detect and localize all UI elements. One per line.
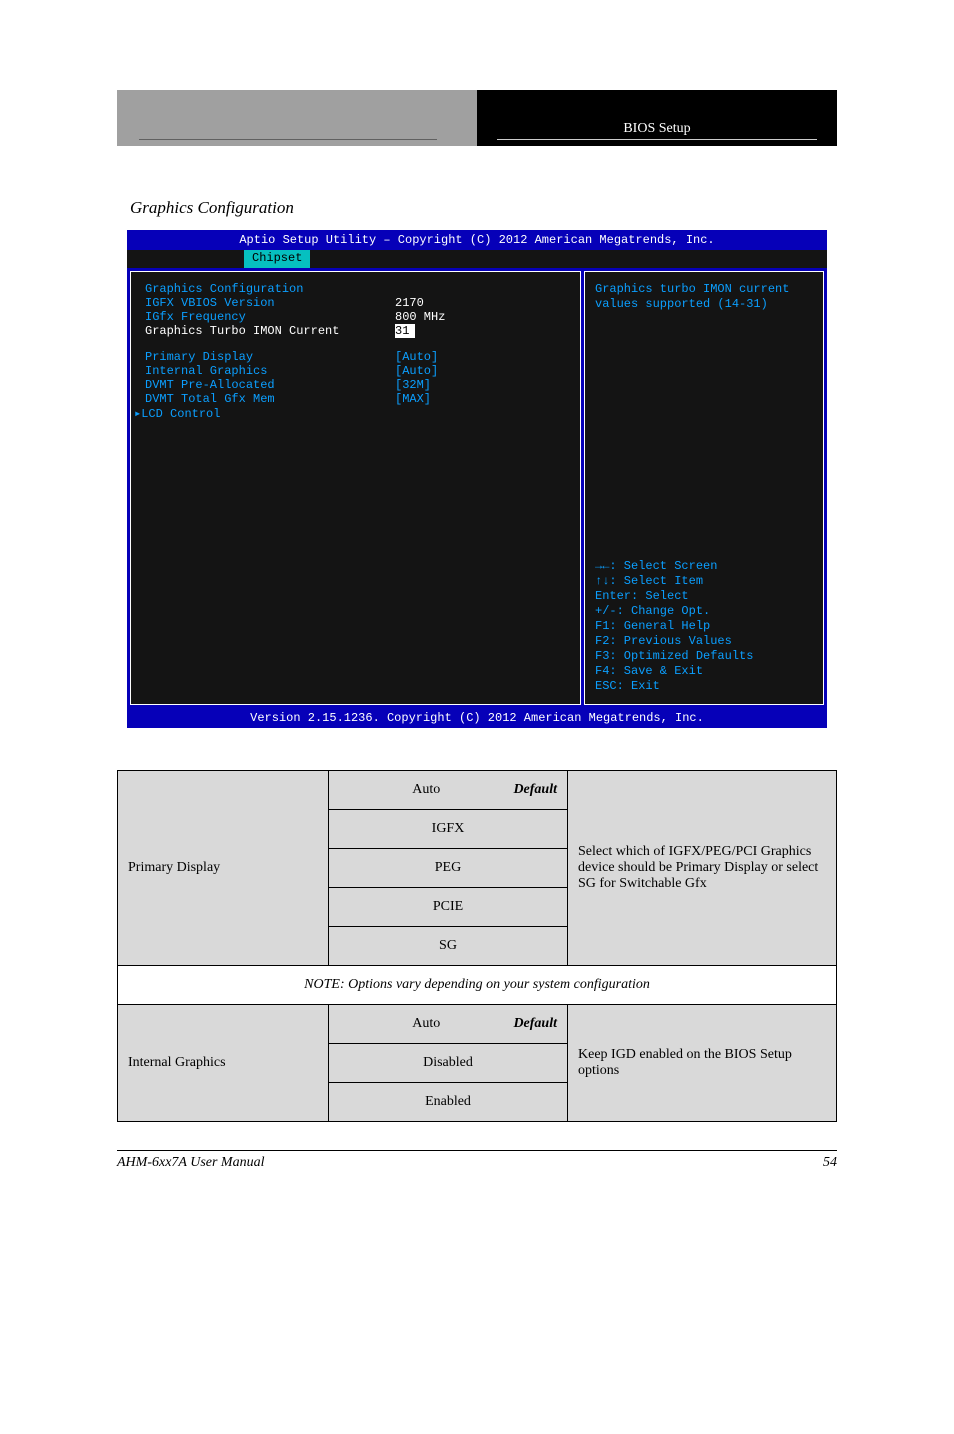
igfx-vbios-label: IGFX VBIOS Version (145, 296, 395, 310)
table-note-row: NOTE: Options vary depending on your sys… (118, 966, 837, 1005)
imon-value[interactable]: 31 (395, 324, 415, 338)
primary-opt-pcie: PCIE (329, 888, 568, 927)
primary-opt-auto: Auto Default (329, 771, 568, 810)
footer-right: 54 (823, 1155, 837, 1171)
ig-opt-auto: Auto Default (329, 1005, 568, 1044)
bios-key-help: →←: Select Screen ↑↓: Select Item Enter:… (595, 559, 813, 694)
igfx-freq-label: IGfx Frequency (145, 310, 395, 324)
ig-opt-enabled: Enabled (329, 1083, 568, 1122)
header-right: BIOS Setup (477, 90, 837, 146)
dvmt-pre-label[interactable]: DVMT Pre-Allocated (145, 378, 395, 392)
primary-display-cell: Primary Display (118, 771, 329, 966)
internal-graphics-value[interactable]: [Auto] (395, 364, 438, 378)
bios-screenshot: Aptio Setup Utility – Copyright (C) 2012… (127, 230, 827, 728)
table-note: NOTE: Options vary depending on your sys… (118, 966, 837, 1005)
bios-item-help: Graphics turbo IMON current values suppo… (595, 282, 813, 312)
section-title: Graphics Configuration (130, 198, 954, 218)
page-footer: AHM-6xx7A User Manual 54 (117, 1150, 837, 1171)
internal-graphics-label[interactable]: Internal Graphics (145, 364, 395, 378)
imon-label[interactable]: Graphics Turbo IMON Current (145, 324, 395, 338)
bios-footer: Version 2.15.1236. Copyright (C) 2012 Am… (127, 708, 827, 728)
primary-opt-peg: PEG (329, 849, 568, 888)
settings-table: Primary Display Auto Default Select whic… (117, 770, 837, 1122)
table-row: Primary Display Auto Default Select whic… (118, 771, 837, 810)
bios-title-bar: Aptio Setup Utility – Copyright (C) 2012… (127, 230, 827, 250)
bios-heading: Graphics Configuration (145, 282, 395, 296)
footer-left: AHM-6xx7A User Manual (117, 1155, 265, 1171)
igfx-freq-value: 800 MHz (395, 310, 445, 324)
lcd-control-item[interactable]: LCD Control (145, 406, 395, 421)
tab-chipset[interactable]: Chipset (244, 250, 310, 268)
primary-display-desc: Select which of IGFX/PEG/PCI Graphics de… (568, 771, 837, 966)
primary-display-label[interactable]: Primary Display (145, 350, 395, 364)
header-right-text: BIOS Setup (497, 121, 817, 140)
igfx-vbios-value: 2170 (395, 296, 424, 310)
bios-main-panel: Graphics Configuration IGFX VBIOS Versio… (130, 271, 581, 705)
internal-graphics-desc: Keep IGD enabled on the BIOS Setup optio… (568, 1005, 837, 1122)
table-row: Internal Graphics Auto Default Keep IGD … (118, 1005, 837, 1044)
page-header: BIOS Setup (117, 90, 837, 146)
internal-graphics-cell: Internal Graphics (118, 1005, 329, 1122)
dvmt-pre-value[interactable]: [32M] (395, 378, 431, 392)
ig-opt-disabled: Disabled (329, 1044, 568, 1083)
primary-opt-igfx: IGFX (329, 810, 568, 849)
header-left-blank (117, 90, 477, 146)
dvmt-total-value[interactable]: [MAX] (395, 392, 431, 406)
primary-display-value[interactable]: [Auto] (395, 350, 438, 364)
dvmt-total-label[interactable]: DVMT Total Gfx Mem (145, 392, 395, 406)
bios-help-panel: Graphics turbo IMON current values suppo… (584, 271, 824, 705)
primary-opt-sg: SG (329, 927, 568, 966)
bios-tab-row: Chipset (127, 250, 827, 268)
